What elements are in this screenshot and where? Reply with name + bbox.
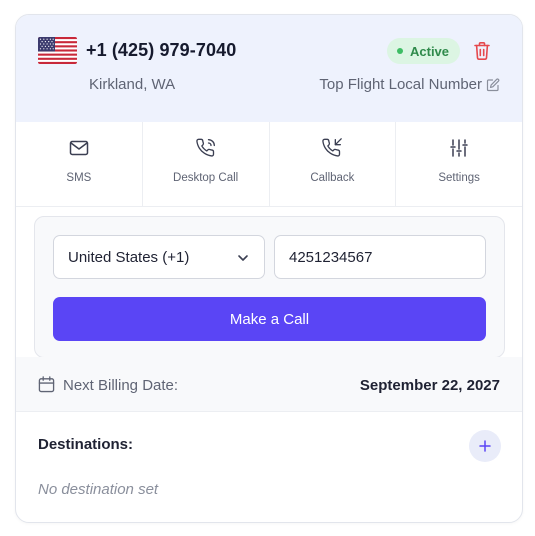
desktop-call-label: Desktop Call [173,172,239,184]
settings-label: Settings [438,172,480,184]
plus-icon [479,440,491,452]
location-label: Kirkland, WA [89,76,176,93]
chevron-down-icon [238,255,248,261]
callback-label: Callback [310,172,355,184]
billing-date: September 22, 2027 [359,377,500,394]
calendar-icon [38,376,55,393]
status-dot [397,48,403,54]
phone-number: +1 (425) 979-7040 [86,40,237,60]
desktop-call-action[interactable]: Desktop Call [143,122,270,206]
destinations-title: Destinations: [38,436,134,453]
destinations-empty-text: No destination set [38,481,159,498]
action-bar: SMS Desktop Call Callback Settings [16,122,522,207]
dial-panel: United States (+1) Make a Call [34,216,505,358]
phone-number-input[interactable] [274,235,486,279]
trash-icon[interactable] [473,41,491,61]
callback-action[interactable]: Callback [270,122,397,206]
us-flag-icon [38,37,77,64]
make-call-button[interactable]: Make a Call [53,297,486,341]
phone-call-icon [195,138,215,157]
sms-action[interactable]: SMS [16,122,143,206]
billing-row: Next Billing Date: September 22, 2027 [16,357,522,412]
country-select-value: United States (+1) [68,249,190,266]
settings-action[interactable]: Settings [396,122,522,206]
number-name-label: Top Flight Local Number [319,76,482,93]
sms-label: SMS [66,172,92,184]
billing-label: Next Billing Date: [63,377,179,394]
status-badge: Active [387,38,461,64]
sliders-icon [450,139,468,157]
phone-number-card: +1 (425) 979-7040 Active Kirkland, WA To… [15,14,523,523]
country-select[interactable]: United States (+1) [53,235,265,279]
card-header: +1 (425) 979-7040 Active Kirkland, WA To… [16,15,522,122]
mail-icon [69,140,89,156]
edit-icon[interactable] [486,78,500,92]
add-destination-button[interactable] [469,430,501,462]
status-label: Active [410,43,450,59]
phone-incoming-icon [322,138,343,157]
